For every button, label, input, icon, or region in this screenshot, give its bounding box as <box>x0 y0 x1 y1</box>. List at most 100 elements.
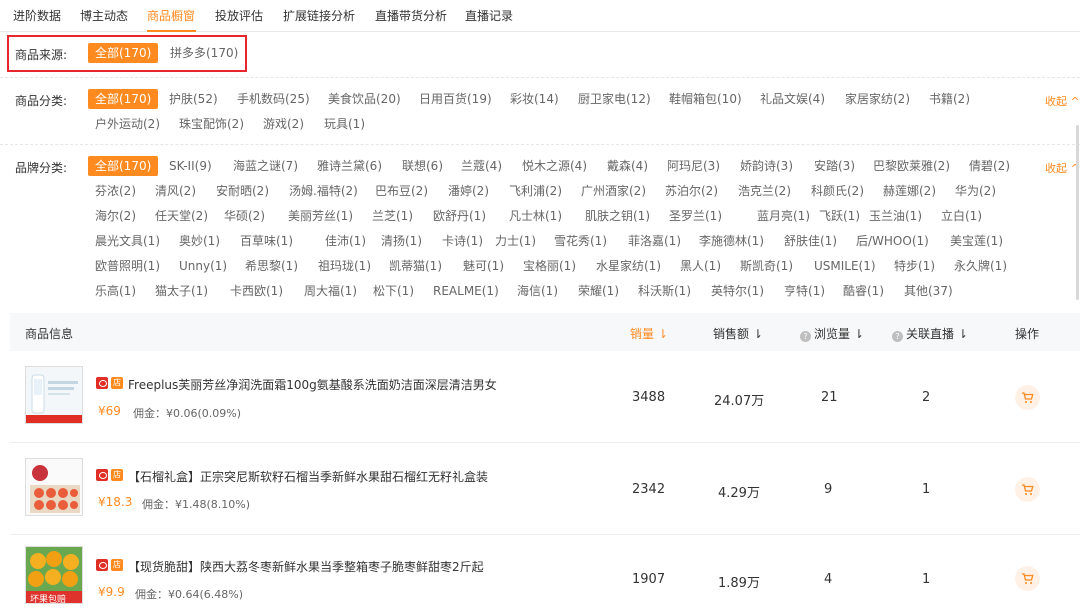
brand-chip[interactable]: 汤姆.福特(2) <box>282 181 365 201</box>
filter-scrollbar[interactable] <box>1076 125 1079 300</box>
tab-advanced-data[interactable]: 进阶数据 <box>13 7 61 24</box>
brand-chip[interactable]: Unny(1) <box>172 256 234 276</box>
category-chip[interactable]: 彩妆(14) <box>503 89 566 109</box>
header-views[interactable]: ? 浏览量 ⇂ <box>800 325 864 342</box>
brand-chip[interactable]: 悦木之源(4) <box>515 156 594 176</box>
brand-chip[interactable]: 祖玛珑(1) <box>311 256 378 276</box>
brand-chip[interactable]: 娇韵诗(3) <box>733 156 800 176</box>
brand-chip[interactable]: 安踏(3) <box>807 156 862 176</box>
brand-chip[interactable]: 巴布豆(2) <box>368 181 435 201</box>
category-chip[interactable]: 玩具(1) <box>317 114 372 134</box>
category-chip[interactable]: 鞋帽箱包(10) <box>662 89 749 109</box>
brand-chip[interactable]: 卡诗(1) <box>435 231 490 251</box>
brand-chip[interactable]: 亨特(1) <box>777 281 832 301</box>
brand-chip[interactable]: 联想(6) <box>395 156 450 176</box>
brand-chip[interactable]: 清扬(1) <box>374 231 429 251</box>
cart-button[interactable] <box>1015 477 1040 502</box>
brand-chip[interactable]: 松下(1) <box>366 281 421 301</box>
brand-chip[interactable]: 魅可(1) <box>456 256 511 276</box>
brand-chip[interactable]: 雅诗兰黛(6) <box>310 156 389 176</box>
brand-chip[interactable]: 立白(1) <box>934 206 989 226</box>
source-chip-all[interactable]: 全部(170) <box>88 43 159 63</box>
category-chip[interactable]: 厨卫家电(12) <box>571 89 658 109</box>
category-collapse-toggle[interactable]: 收起 ^ <box>1045 93 1080 109</box>
brand-chip[interactable]: 任天堂(2) <box>148 206 215 226</box>
brand-chip[interactable]: 李施德林(1) <box>692 231 771 251</box>
brand-chip[interactable]: 晨光文具(1) <box>88 231 167 251</box>
brand-chip[interactable]: 美宝莲(1) <box>943 231 1010 251</box>
category-chip[interactable]: 日用百货(19) <box>412 89 499 109</box>
category-chip[interactable]: 游戏(2) <box>256 114 311 134</box>
brand-chip[interactable]: 英特尔(1) <box>704 281 771 301</box>
product-title[interactable]: Freeplus芙丽芳丝净润洗面霜100g氨基酸系洗面奶洁面深层清洁男女 <box>128 376 497 393</box>
category-chip[interactable]: 手机数码(25) <box>230 89 317 109</box>
category-chip[interactable]: 珠宝配饰(2) <box>172 114 251 134</box>
brand-chip[interactable]: 菲洛嘉(1) <box>621 231 688 251</box>
brand-chip[interactable]: 华硕(2) <box>217 206 272 226</box>
product-title[interactable]: 【石榴礼盒】正宗突尼斯软籽石榴当季新鲜水果甜石榴红无籽礼盒装 <box>128 468 488 485</box>
brand-chip[interactable]: 舒肤佳(1) <box>777 231 844 251</box>
brand-chip[interactable]: 奥妙(1) <box>172 231 227 251</box>
brand-chip[interactable]: 黑人(1) <box>673 256 728 276</box>
table-row[interactable]: 店 Freeplus芙丽芳丝净润洗面霜100g氨基酸系洗面奶洁面深层清洁男女 ¥… <box>10 351 1080 443</box>
brand-chip[interactable]: 苏泊尔(2) <box>658 181 725 201</box>
category-chip[interactable]: 全部(170) <box>88 89 159 109</box>
brand-chip[interactable]: 肌肤之钥(1) <box>578 206 657 226</box>
tab-placement-eval[interactable]: 投放评估 <box>215 7 263 24</box>
brand-chip[interactable]: 百草味(1) <box>233 231 300 251</box>
brand-chip[interactable]: 潘婷(2) <box>441 181 496 201</box>
brand-chip[interactable]: 欧舒丹(1) <box>426 206 493 226</box>
tab-link-analysis[interactable]: 扩展链接分析 <box>283 7 355 24</box>
brand-chip[interactable]: 蓝月亮(1) <box>750 206 817 226</box>
brand-chip[interactable]: 乐高(1) <box>88 281 143 301</box>
brand-chip[interactable]: 广州酒家(2) <box>574 181 653 201</box>
brand-chip[interactable]: 清风(2) <box>148 181 203 201</box>
brand-chip[interactable]: 永久牌(1) <box>947 256 1014 276</box>
brand-chip[interactable]: 其他(37) <box>897 281 960 301</box>
brand-chip[interactable]: 兰芝(1) <box>365 206 420 226</box>
table-row[interactable]: 店 【石榴礼盒】正宗突尼斯软籽石榴当季新鲜水果甜石榴红无籽礼盒装 ¥18.3 佣… <box>10 443 1080 535</box>
category-chip[interactable]: 家居家纺(2) <box>838 89 917 109</box>
brand-chip[interactable]: 阿玛尼(3) <box>660 156 727 176</box>
tab-blogger-activity[interactable]: 博主动态 <box>80 7 128 24</box>
brand-chip[interactable]: 飞利浦(2) <box>502 181 569 201</box>
product-image[interactable] <box>25 458 83 516</box>
brand-chip[interactable]: 科沃斯(1) <box>631 281 698 301</box>
brand-chip[interactable]: 斯凯奇(1) <box>733 256 800 276</box>
source-chip-pinduoduo[interactable]: 拼多多(170) <box>163 43 245 63</box>
category-chip[interactable]: 护肤(52) <box>162 89 225 109</box>
brand-chip[interactable]: 特步(1) <box>887 256 942 276</box>
brand-chip[interactable]: 水星家纺(1) <box>589 256 668 276</box>
brand-chip[interactable]: 希思黎(1) <box>238 256 305 276</box>
header-live[interactable]: ? 关联直播 ⇂ <box>892 325 968 342</box>
brand-chip[interactable]: 安耐晒(2) <box>209 181 276 201</box>
header-revenue[interactable]: 销售额 ⇂ <box>713 325 763 342</box>
brand-chip[interactable]: 凯蒂猫(1) <box>382 256 449 276</box>
brand-chip[interactable]: 后/WHOO(1) <box>849 231 936 251</box>
brand-chip[interactable]: 海蓝之谜(7) <box>226 156 305 176</box>
cart-button[interactable] <box>1015 566 1040 591</box>
brand-chip[interactable]: 猫太子(1) <box>148 281 215 301</box>
brand-chip[interactable]: 巴黎欧莱雅(2) <box>866 156 957 176</box>
brand-chip[interactable]: 佳沛(1) <box>318 231 373 251</box>
brand-chip[interactable]: 荣耀(1) <box>571 281 626 301</box>
cart-button[interactable] <box>1015 385 1040 410</box>
tab-live-records[interactable]: 直播记录 <box>465 7 513 24</box>
brand-chip[interactable]: 全部(170) <box>88 156 159 176</box>
brand-chip[interactable]: 飞跃(1) <box>812 206 867 226</box>
brand-chip[interactable]: 倩碧(2) <box>962 156 1017 176</box>
brand-chip[interactable]: 力士(1) <box>488 231 543 251</box>
brand-chip[interactable]: 海尔(2) <box>88 206 143 226</box>
brand-chip[interactable]: 圣罗兰(1) <box>662 206 729 226</box>
brand-collapse-toggle[interactable]: 收起 ^ <box>1045 160 1080 176</box>
header-sales[interactable]: 销量 ⇂ <box>630 325 668 342</box>
category-chip[interactable]: 礼品文娱(4) <box>753 89 832 109</box>
brand-chip[interactable]: 兰蔻(4) <box>454 156 509 176</box>
brand-chip[interactable]: 周大福(1) <box>297 281 364 301</box>
table-row[interactable]: 坏果包赔 店 【现货脆甜】陕西大荔冬枣新鲜水果当季整箱枣子脆枣鲜甜枣2斤起 ¥9… <box>10 535 1080 613</box>
brand-chip[interactable]: 华为(2) <box>948 181 1003 201</box>
brand-chip[interactable]: 科颜氏(2) <box>804 181 871 201</box>
brand-chip[interactable]: 玉兰油(1) <box>862 206 929 226</box>
category-chip[interactable]: 书籍(2) <box>922 89 977 109</box>
brand-chip[interactable]: 浩克兰(2) <box>731 181 798 201</box>
